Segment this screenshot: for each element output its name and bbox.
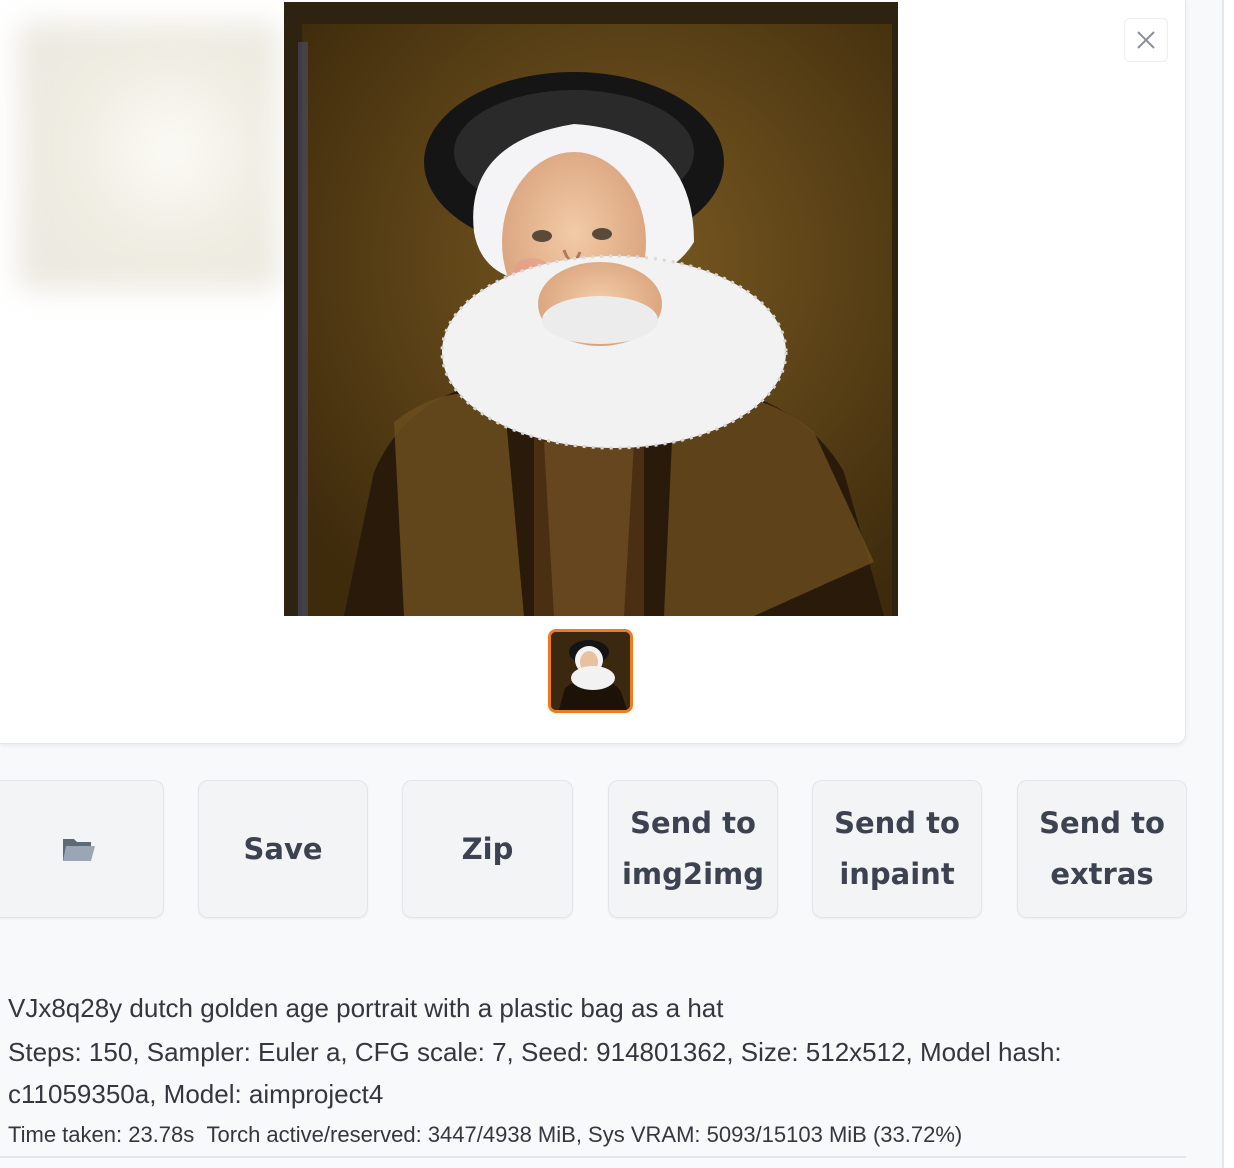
save-label: Save <box>243 831 323 866</box>
close-icon <box>1137 31 1155 49</box>
thumbnail-image <box>551 632 630 710</box>
save-button[interactable]: Save <box>198 780 368 918</box>
divider <box>0 1156 1186 1158</box>
folder-icon <box>63 839 95 861</box>
send-to-img2img-line1: Send to <box>630 806 756 840</box>
prompt-text: VJx8q28y dutch golden age portrait with … <box>8 993 724 1023</box>
send-to-extras-line2: extras <box>1050 857 1154 891</box>
scrollbar[interactable] <box>1222 0 1234 1168</box>
memory-usage: Torch active/reserved: 3447/4938 MiB, Sy… <box>206 1122 963 1147</box>
image-generation-output: Save Zip Send to img2img Send to inpaint… <box>0 0 1234 1168</box>
output-gallery <box>0 0 1186 744</box>
time-taken: Time taken: 23.78s <box>8 1122 195 1147</box>
close-button[interactable] <box>1124 18 1168 62</box>
send-to-img2img-line2: img2img <box>621 857 764 891</box>
generated-image[interactable] <box>284 2 898 616</box>
performance-info: Time taken: 23.78s Torch active/reserved… <box>8 1120 962 1150</box>
gallery-thumbnail[interactable] <box>548 629 633 713</box>
open-folder-button[interactable] <box>0 780 164 918</box>
zip-button[interactable]: Zip <box>402 780 573 918</box>
send-to-inpaint-button[interactable]: Send to inpaint <box>812 780 982 918</box>
send-to-inpaint-line2: inpaint <box>839 857 955 891</box>
zip-label: Zip <box>461 831 514 866</box>
generation-parameters: Steps: 150, Sampler: Euler a, CFG scale:… <box>8 1037 1062 1109</box>
send-to-inpaint-line1: Send to <box>834 806 960 840</box>
send-to-extras-line1: Send to <box>1039 806 1165 840</box>
blurred-preview <box>18 22 280 290</box>
send-to-img2img-button[interactable]: Send to img2img <box>608 780 778 918</box>
generation-info: VJx8q28y dutch golden age portrait with … <box>8 990 1188 1115</box>
portrait-image <box>284 2 898 616</box>
send-to-extras-button[interactable]: Send to extras <box>1017 780 1187 918</box>
